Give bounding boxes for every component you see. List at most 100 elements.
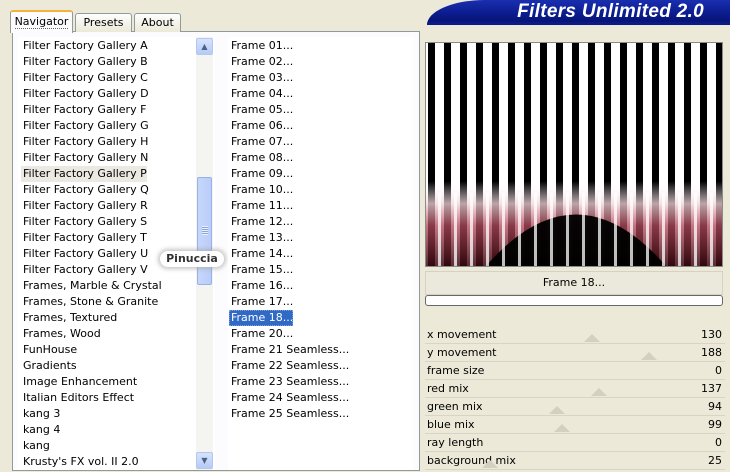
category-item[interactable]: Filter Factory Gallery B xyxy=(21,54,148,70)
category-item[interactable]: Image Enhancement xyxy=(21,374,137,390)
filter-item[interactable]: Frame 12... xyxy=(229,214,293,230)
slider-row[interactable]: ray length 0 xyxy=(425,434,725,452)
slider-value: 0 xyxy=(715,436,722,449)
slider-value: 94 xyxy=(708,400,722,413)
tab-navigator[interactable]: Navigator xyxy=(10,10,73,33)
category-item[interactable]: kang 3 xyxy=(21,406,60,422)
slider-thumb[interactable] xyxy=(641,352,658,360)
slider-value: 188 xyxy=(701,346,722,359)
category-item[interactable]: kang 4 xyxy=(21,422,60,438)
filter-item[interactable]: Frame 13... xyxy=(229,230,293,246)
slider-row[interactable]: frame size 0 xyxy=(425,362,725,380)
filter-item[interactable]: Frame 11... xyxy=(229,198,293,214)
category-item[interactable]: Filter Factory Gallery Q xyxy=(21,182,149,198)
category-item[interactable]: Gradients xyxy=(21,358,77,374)
filter-item[interactable]: Frame 21 Seamless... xyxy=(229,342,349,358)
slider-value: 99 xyxy=(708,418,722,431)
slider-value: 130 xyxy=(701,328,722,341)
filter-item[interactable]: Frame 17... xyxy=(229,294,293,310)
slider-label: red mix xyxy=(427,382,469,395)
filter-item[interactable]: Frame 14... xyxy=(229,246,293,262)
filter-item[interactable]: Frame 22 Seamless... xyxy=(229,358,349,374)
slider-label: green mix xyxy=(427,400,483,413)
tab-about-label: About xyxy=(141,16,174,29)
slider-row[interactable]: green mix 94 xyxy=(425,398,725,416)
slider-label: x movement xyxy=(427,328,497,341)
category-item[interactable]: Frames, Textured xyxy=(21,310,117,326)
category-item[interactable]: Filter Factory Gallery H xyxy=(21,134,148,150)
filter-item[interactable]: Frame 05... xyxy=(229,102,293,118)
slider-value: 0 xyxy=(715,364,722,377)
category-item[interactable]: Filter Factory Gallery N xyxy=(21,150,148,166)
category-item[interactable]: Krusty's FX vol. II 2.0 xyxy=(21,454,139,470)
slider-label: frame size xyxy=(427,364,485,377)
category-item[interactable]: Filter Factory Gallery F xyxy=(21,102,146,118)
preview-filter-name: Frame 18... xyxy=(425,271,723,295)
filter-item[interactable]: Frame 23 Seamless... xyxy=(229,374,349,390)
progress-bar xyxy=(425,295,723,306)
filter-item[interactable]: Frame 16... xyxy=(229,278,293,294)
filter-item[interactable]: Frame 25 Seamless... xyxy=(229,406,349,422)
slider-label: blue mix xyxy=(427,418,475,431)
filter-item[interactable]: Frame 15... xyxy=(229,262,293,278)
filter-item[interactable]: Frame 24 Seamless... xyxy=(229,390,349,406)
category-item[interactable]: Filter Factory Gallery P xyxy=(21,166,147,182)
category-item[interactable]: Italian Editors Effect xyxy=(21,390,134,406)
category-item[interactable]: Filter Factory Gallery V xyxy=(21,262,148,278)
slider-label: background mix xyxy=(427,454,516,467)
slider-row[interactable]: blue mix 99 xyxy=(425,416,725,434)
category-item[interactable]: Filter Factory Gallery C xyxy=(21,70,148,86)
slider-row[interactable]: y movement 188 xyxy=(425,344,725,362)
watermark-label: Pinuccia xyxy=(160,251,224,267)
filter-item[interactable]: Frame 20... xyxy=(229,326,293,342)
grip-icon xyxy=(202,226,208,235)
category-item[interactable]: Filter Factory Gallery S xyxy=(21,214,147,230)
slider-thumb[interactable] xyxy=(549,406,566,414)
app-title: Filters Unlimited 2.0 xyxy=(517,1,704,22)
slider-label: y movement xyxy=(427,346,497,359)
slider-label: ray length xyxy=(427,436,484,449)
category-item[interactable]: Filter Factory Gallery D xyxy=(21,86,149,102)
category-item[interactable]: Frames, Wood xyxy=(21,326,101,342)
tab-navigator-label: Navigator xyxy=(14,15,69,29)
scroll-up-button[interactable]: ▲ xyxy=(196,38,213,55)
scroll-down-button[interactable]: ▼ xyxy=(196,452,213,469)
chevron-up-icon: ▲ xyxy=(201,42,208,51)
slider-thumb[interactable] xyxy=(481,460,498,468)
filter-item[interactable]: Frame 06... xyxy=(229,118,293,134)
slider-row[interactable]: background mix 25 xyxy=(425,452,725,470)
scroll-thumb[interactable] xyxy=(197,177,212,285)
category-item[interactable]: Frames, Stone & Granite xyxy=(21,294,158,310)
filter-item[interactable]: Frame 03... xyxy=(229,70,293,86)
slider-thumb[interactable] xyxy=(584,334,601,342)
category-item[interactable]: Filter Factory Gallery R xyxy=(21,198,148,214)
tab-about[interactable]: About xyxy=(134,13,181,32)
category-item[interactable]: FunHouse xyxy=(21,342,77,358)
filter-list[interactable]: Frame 01... Frame 02... Frame 03... Frame 0… xyxy=(228,37,413,470)
preview-image xyxy=(425,42,723,267)
preview-graphic xyxy=(426,43,722,266)
slider-thumb[interactable] xyxy=(554,424,571,432)
slider-row[interactable]: red mix 137 xyxy=(425,380,725,398)
category-item[interactable]: Filter Factory Gallery G xyxy=(21,118,149,134)
app-banner: Filters Unlimited 2.0 xyxy=(427,0,730,25)
category-item[interactable]: Filter Factory Gallery A xyxy=(21,38,148,54)
filter-item[interactable]: Frame 02... xyxy=(229,54,293,70)
chevron-down-icon: ▼ xyxy=(201,456,208,465)
tab-presets[interactable]: Presets xyxy=(75,13,132,32)
category-item[interactable]: Filter Factory Gallery U xyxy=(21,246,148,262)
filter-item[interactable]: Frame 09... xyxy=(229,166,293,182)
category-item[interactable]: kang xyxy=(21,438,50,454)
tab-presets-label: Presets xyxy=(83,16,124,29)
slider-row[interactable]: x movement 130 xyxy=(425,326,725,344)
slider-value: 137 xyxy=(701,382,722,395)
filter-item[interactable]: Frame 08... xyxy=(229,150,293,166)
filter-item[interactable]: Frame 10... xyxy=(229,182,293,198)
filter-item[interactable]: Frame 18... xyxy=(229,310,294,326)
filter-item[interactable]: Frame 04... xyxy=(229,86,293,102)
slider-thumb[interactable] xyxy=(591,388,608,396)
category-item[interactable]: Frames, Marble & Crystal xyxy=(21,278,162,294)
filter-item[interactable]: Frame 07... xyxy=(229,134,293,150)
category-item[interactable]: Filter Factory Gallery T xyxy=(21,230,147,246)
filter-item[interactable]: Frame 01... xyxy=(229,38,293,54)
